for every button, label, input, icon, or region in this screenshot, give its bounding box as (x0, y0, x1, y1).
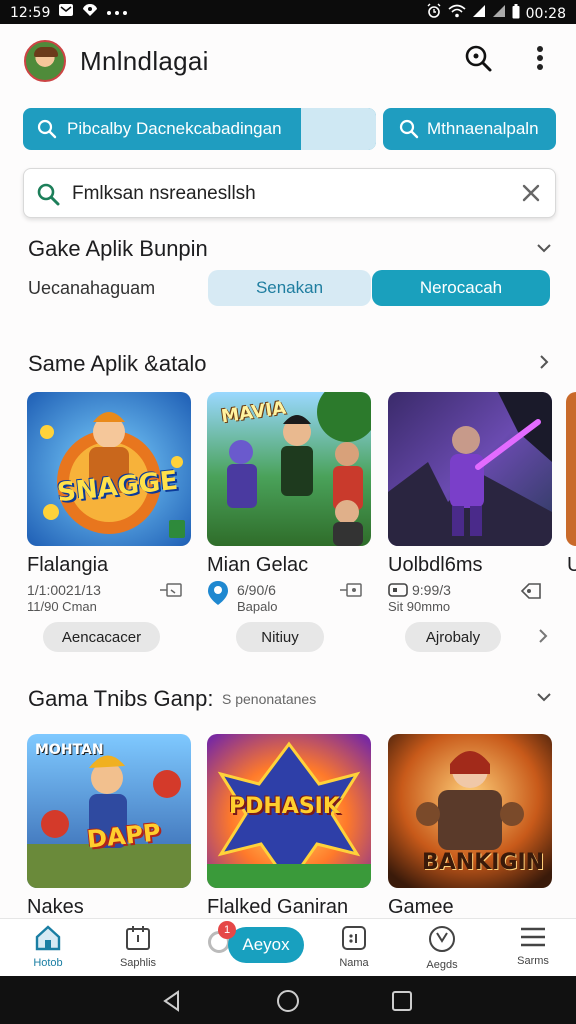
signal-icon (472, 4, 486, 24)
chip-primary[interactable]: Pibcalby Dacnekcabadingan (23, 108, 376, 150)
chevron-down-icon[interactable] (536, 689, 552, 705)
chevron-down-icon[interactable] (536, 240, 552, 256)
battery-icon (512, 3, 520, 25)
game-name: Gamee (388, 896, 454, 918)
app-action-button[interactable]: Nitiuy (236, 622, 324, 652)
segment-option-off[interactable]: Senakan (208, 270, 371, 306)
section-subtitle: S penonatanes (222, 691, 317, 707)
app-bar: Mnlndlagai (0, 24, 576, 100)
nav-item-menu[interactable]: Sarms (503, 925, 563, 967)
game-name: Nakes (27, 896, 84, 918)
app-thumbnail[interactable] (566, 392, 576, 546)
search-button[interactable] (460, 42, 496, 78)
location-pin-icon (207, 580, 229, 611)
nav-label: Nama (339, 957, 369, 969)
app-name: U (567, 554, 576, 576)
filter-label: Uecanahaguam (28, 278, 156, 298)
notification-badge: 1 (218, 921, 236, 939)
nav-label: Hotob (33, 957, 63, 969)
app-name: Flalangia (27, 554, 109, 576)
thumbnail-art-text: PDHASIK (229, 794, 340, 819)
chip-secondary[interactable]: Mthnaenalpaln (383, 108, 556, 150)
app-name: Uolbdl6ms (388, 554, 483, 576)
app-action-button[interactable]: Ajrobaly (405, 622, 501, 652)
game-thumbnail[interactable]: PDHASIK (207, 734, 371, 888)
app-thumbnail[interactable]: SNAGGE (27, 392, 191, 546)
calendar-icon (339, 582, 363, 603)
message-icon (58, 3, 74, 23)
game-thumbnail[interactable]: MOHTAN DAPP (27, 734, 191, 888)
chevron-right-icon[interactable] (536, 354, 552, 370)
app-meta: 6/90/6 (237, 582, 276, 598)
search-value: Fmlksan nsreanesllsh (72, 183, 256, 204)
tag-icon (520, 582, 544, 605)
close-icon[interactable] (519, 181, 543, 210)
page-title: Mnlndlagai (80, 46, 209, 76)
app-meta-secondary: Bapalo (237, 599, 278, 614)
app-meta-secondary: Sit 90mmo (388, 599, 451, 614)
app-meta: 1/1:0021/13 (27, 582, 101, 598)
app-thumbnail[interactable] (388, 392, 552, 546)
home-circle-icon[interactable] (276, 989, 300, 1018)
game-thumbnail[interactable]: BANKIGIN (388, 734, 552, 888)
section-title-2: Same Aplik &atalo (28, 351, 207, 376)
search-icon (463, 43, 493, 78)
menu-icon (519, 927, 547, 953)
calendar-icon (125, 926, 151, 955)
search-icon (36, 182, 60, 211)
nav-label: Aegds (426, 959, 458, 971)
app-name: Mian Gelac (207, 554, 309, 576)
alarm-icon (426, 3, 442, 25)
status-bar: 12:59 00:28 (0, 0, 576, 24)
timer-icon (341, 926, 367, 955)
search-input[interactable]: Fmlksan nsreanesllsh (23, 168, 556, 218)
bottom-navigation: Hotob Saphlis Aeyox 1 Nama Aegds Sarms (0, 918, 576, 976)
section-title-1: Gake Aplik Bunpin (28, 236, 208, 261)
app-meta: 9:99/3 (412, 582, 451, 598)
recents-icon[interactable] (391, 990, 413, 1017)
clock-icon (428, 926, 456, 957)
chevron-right-icon[interactable] (536, 628, 550, 649)
vpn-icon (82, 3, 98, 23)
overflow-menu-button[interactable] (522, 42, 558, 78)
nav-item-calendar[interactable]: Saphlis (108, 925, 168, 969)
quick-search-chips: Pibcalby Dacnekcabadingan Mthnaenalpaln (23, 108, 556, 150)
search-icon (37, 119, 57, 144)
back-icon[interactable] (162, 990, 182, 1017)
home-icon (34, 925, 62, 955)
status-time-right: 00:28 (525, 6, 566, 22)
nav-item-home[interactable]: Hotob (18, 925, 78, 969)
thumbnail-art-text: BANKIGIN (422, 850, 545, 875)
calendar-icon (159, 582, 183, 603)
chip-primary-label: Pibcalby Dacnekcabadingan (67, 119, 282, 138)
system-navigation-bar (0, 976, 576, 1024)
nav-label: Saphlis (119, 957, 157, 969)
app-action-button[interactable]: Aencacacer (43, 622, 160, 652)
center-action-button[interactable]: Aeyox (228, 927, 304, 963)
thumbnail-art-text-top: MOHTAN (35, 742, 104, 758)
more-dots-icon (106, 4, 128, 22)
avatar[interactable] (24, 40, 66, 82)
segment-option-on[interactable]: Nerocacah (372, 270, 550, 306)
signal-icon (492, 4, 506, 24)
search-icon (399, 119, 419, 144)
nav-label: Sarms (517, 955, 549, 967)
nav-item-timer[interactable]: Nama (324, 925, 384, 969)
chip-secondary-label: Mthnaenalpaln (427, 119, 539, 138)
app-thumbnail[interactable]: MAVIA (207, 392, 371, 546)
nav-item-clock[interactable]: Aegds (412, 925, 472, 971)
app-meta-secondary: 11/90 Cman (27, 599, 97, 614)
wifi-icon (448, 4, 466, 24)
section-title-3: Gama Tnibs Ganp: (28, 686, 214, 711)
more-vert-icon (536, 45, 544, 76)
game-name: Flalked Ganiran (207, 896, 349, 918)
status-time: 12:59 (10, 5, 51, 21)
